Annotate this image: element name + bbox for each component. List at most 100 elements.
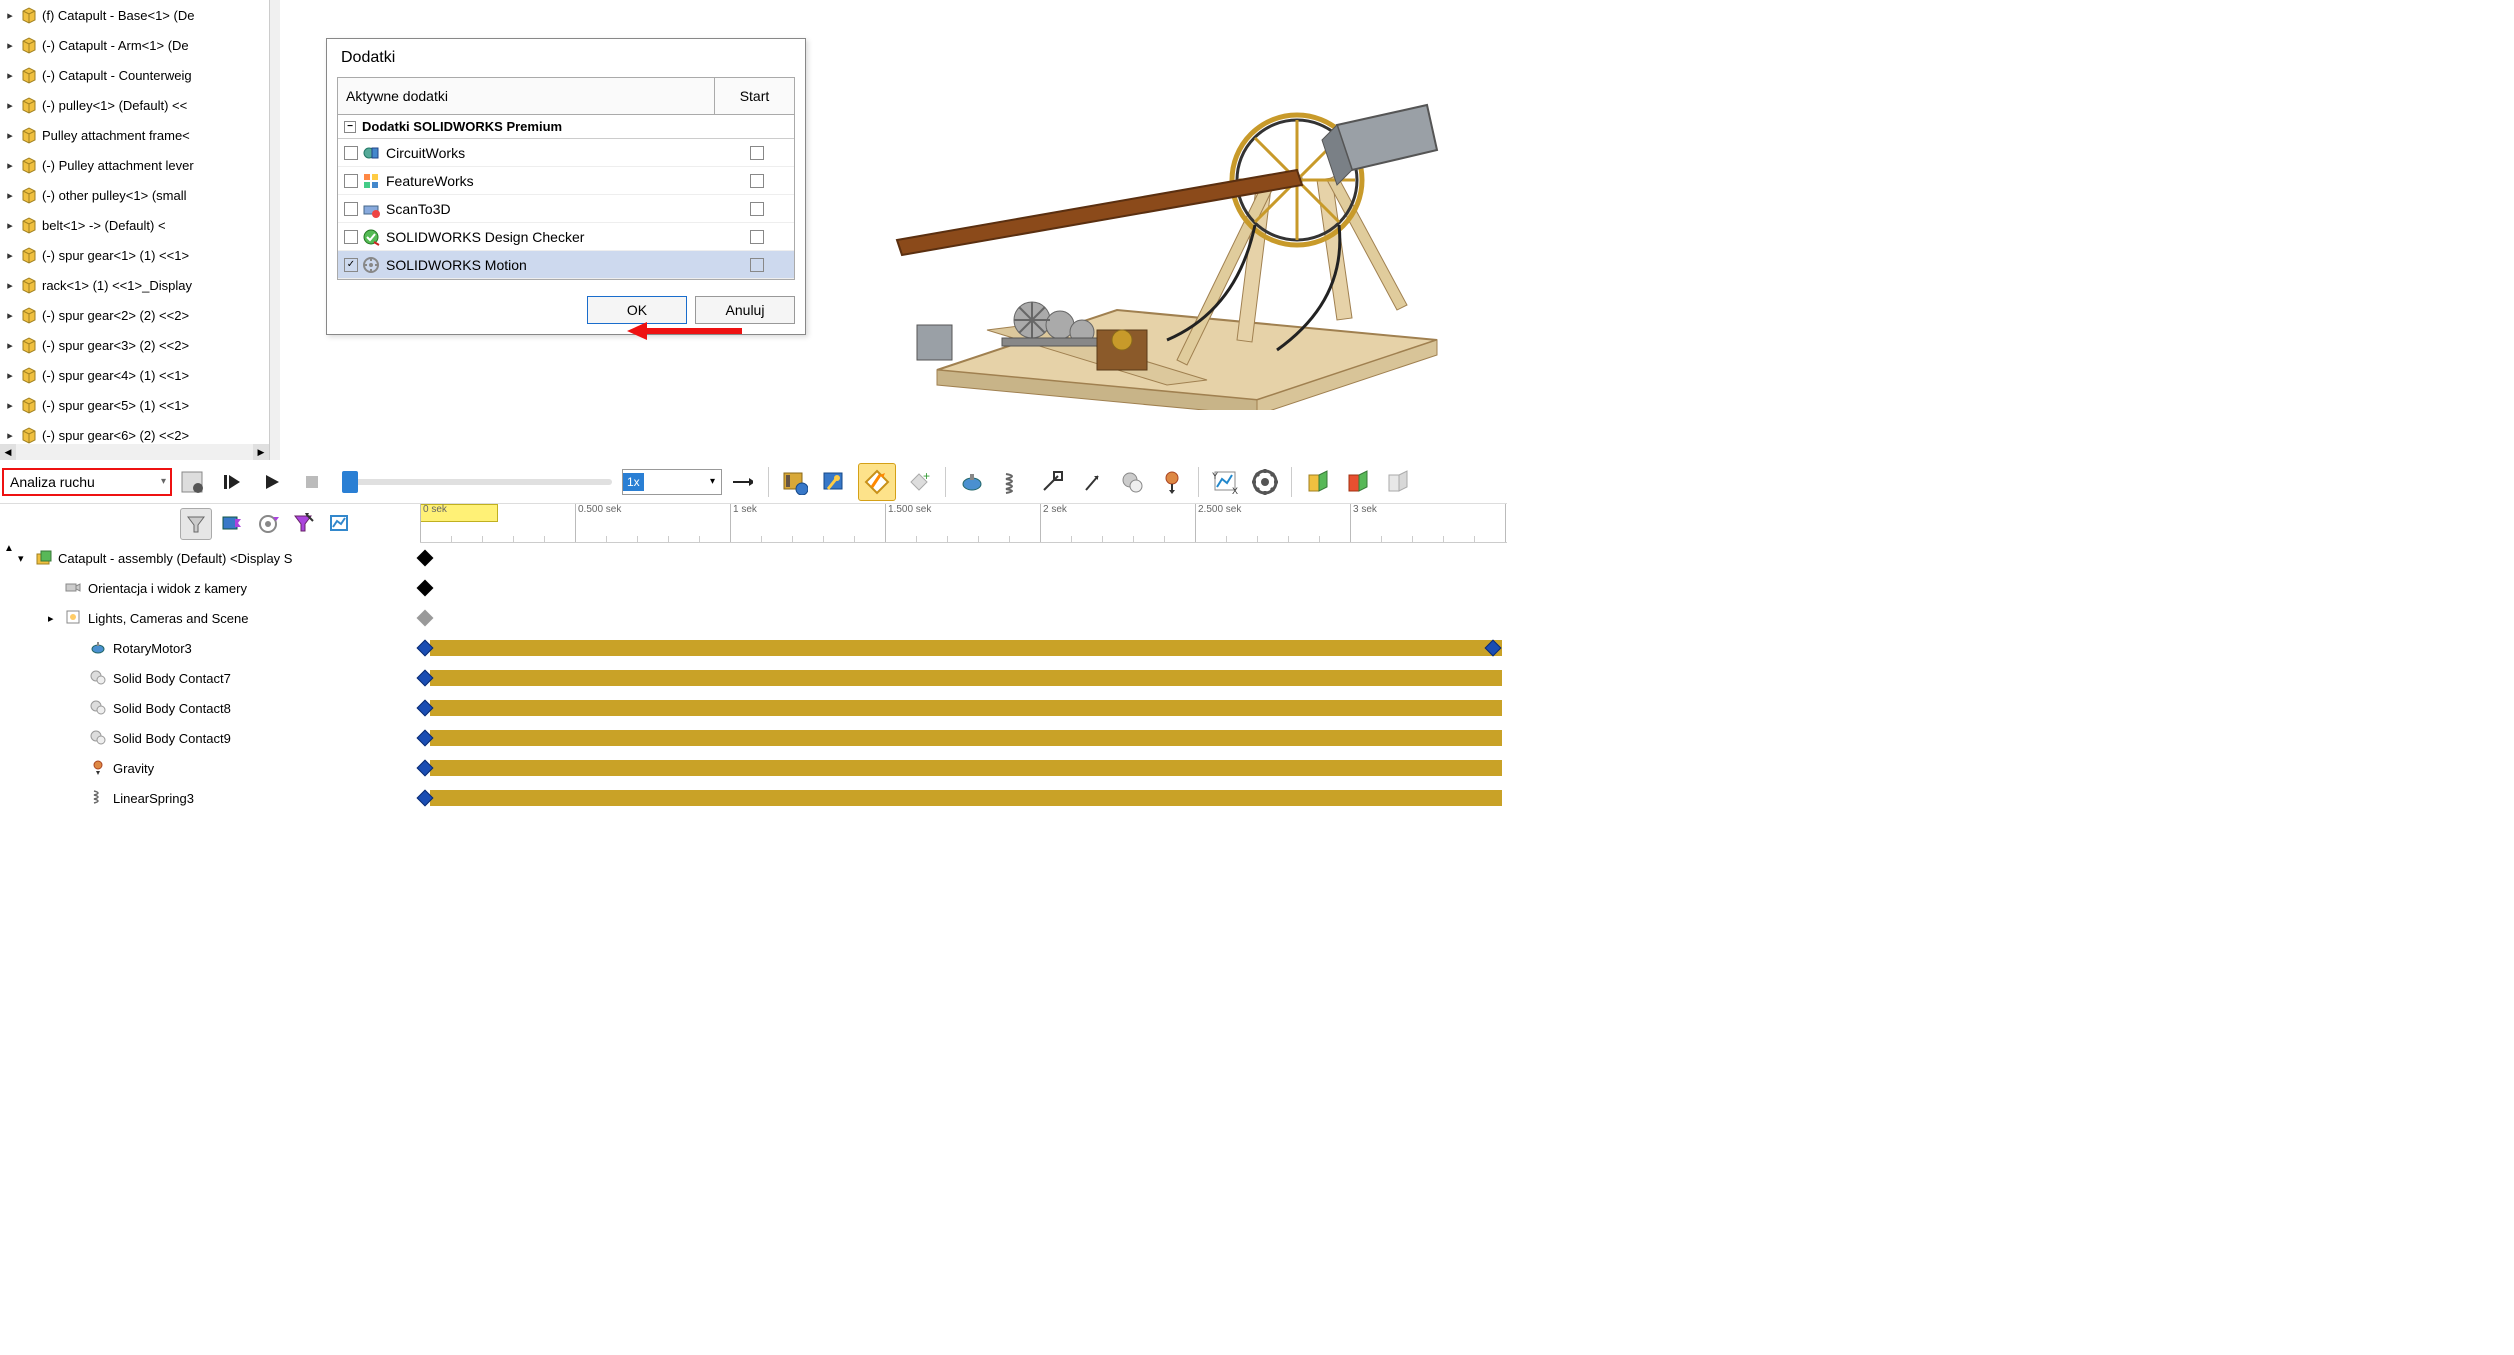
startup-checkbox[interactable] bbox=[750, 146, 764, 160]
timeline-bar[interactable] bbox=[430, 760, 1502, 776]
timeline-item[interactable]: Solid Body Contact8 bbox=[18, 693, 420, 723]
motor-button[interactable] bbox=[955, 465, 989, 499]
startup-checkbox[interactable] bbox=[750, 174, 764, 188]
active-checkbox[interactable] bbox=[344, 146, 358, 160]
timeline-bar[interactable] bbox=[430, 730, 1502, 746]
playback-mode-button[interactable] bbox=[725, 465, 759, 499]
active-checkbox[interactable]: ✓ bbox=[344, 258, 358, 272]
timeline-track[interactable] bbox=[420, 603, 1507, 633]
filter-results-button[interactable] bbox=[324, 508, 356, 540]
expand-icon[interactable]: ▸ bbox=[4, 339, 16, 352]
expand-icon[interactable]: ▸ bbox=[4, 129, 16, 142]
collapse-icon[interactable]: ▾ bbox=[18, 552, 30, 565]
filter-driving-button[interactable] bbox=[252, 508, 284, 540]
playback-speed-dropdown[interactable]: 1x ▾ bbox=[622, 469, 722, 495]
timeline-item[interactable]: Solid Body Contact7 bbox=[18, 663, 420, 693]
simulation-setup-button[interactable] bbox=[1301, 465, 1335, 499]
tree-item[interactable]: ▸ (-) pulley<1> (Default) << bbox=[0, 90, 269, 120]
keyframe-diamond-icon[interactable] bbox=[417, 550, 434, 567]
startup-checkbox[interactable] bbox=[750, 230, 764, 244]
tree-item[interactable]: ▸ (-) spur gear<4> (1) <<1> bbox=[0, 360, 269, 390]
scroll-right-icon[interactable]: ▶ bbox=[253, 444, 269, 460]
keyframe-diamond-icon[interactable] bbox=[417, 580, 434, 597]
keyframe-diamond-icon[interactable] bbox=[417, 610, 434, 627]
filter-selected-button[interactable] bbox=[288, 508, 320, 540]
active-checkbox[interactable] bbox=[344, 230, 358, 244]
study-type-dropdown[interactable]: Analiza ruchu ▾ bbox=[2, 468, 172, 496]
expand-icon[interactable]: ▸ bbox=[4, 249, 16, 262]
expand-icon[interactable]: ▸ bbox=[4, 279, 16, 292]
time-slider[interactable] bbox=[342, 479, 612, 485]
timeline-bar[interactable] bbox=[430, 790, 1502, 806]
timeline-track[interactable] bbox=[420, 663, 1507, 693]
collapse-up-icon[interactable]: ▲ bbox=[4, 543, 14, 554]
flow-simulation-button[interactable] bbox=[1381, 465, 1415, 499]
animation-wizard-button[interactable] bbox=[818, 465, 852, 499]
gravity-button[interactable] bbox=[1155, 465, 1189, 499]
timeline-track[interactable] bbox=[420, 543, 1507, 573]
tree-item[interactable]: ▸ belt<1> -> (Default) < bbox=[0, 210, 269, 240]
expand-icon[interactable]: ▸ bbox=[4, 189, 16, 202]
damper-button[interactable] bbox=[1035, 465, 1069, 499]
timeline-track[interactable] bbox=[420, 633, 1507, 663]
timeline-item[interactable]: Gravity bbox=[18, 753, 420, 783]
expand-icon[interactable]: ▸ bbox=[4, 219, 16, 232]
stop-button[interactable] bbox=[295, 465, 329, 499]
tree-horizontal-scrollbar[interactable]: ◀ ▶ bbox=[0, 444, 269, 460]
column-start[interactable]: Start bbox=[714, 78, 794, 114]
scroll-left-icon[interactable]: ◀ bbox=[0, 444, 16, 460]
tree-item[interactable]: ▸ (-) Catapult - Arm<1> (De bbox=[0, 30, 269, 60]
expand-icon[interactable]: ▸ bbox=[4, 159, 16, 172]
save-animation-button[interactable] bbox=[778, 465, 812, 499]
addin-row[interactable]: ✓ SOLIDWORKS Motion bbox=[338, 251, 794, 279]
timeline-track[interactable] bbox=[420, 573, 1507, 603]
collapse-icon[interactable]: − bbox=[344, 121, 356, 133]
tree-item[interactable]: ▸ Pulley attachment frame< bbox=[0, 120, 269, 150]
tree-item[interactable]: ▸ (-) spur gear<2> (2) <<2> bbox=[0, 300, 269, 330]
timeline-bar[interactable] bbox=[430, 640, 1502, 656]
timeline-chart[interactable]: 0 sek0.500 sek1 sek1.500 sek2 sek2.500 s… bbox=[420, 504, 1507, 813]
expand-icon[interactable]: ▸ bbox=[4, 99, 16, 112]
filter-button[interactable] bbox=[180, 508, 212, 540]
autokey-button[interactable] bbox=[858, 463, 896, 501]
spring-button[interactable] bbox=[995, 465, 1029, 499]
active-checkbox[interactable] bbox=[344, 202, 358, 216]
expand-icon[interactable]: ▸ bbox=[4, 399, 16, 412]
play-from-start-button[interactable] bbox=[215, 465, 249, 499]
tree-item[interactable]: ▸ (-) other pulley<1> (small bbox=[0, 180, 269, 210]
timeline-bar[interactable] bbox=[430, 670, 1502, 686]
tree-item[interactable]: ▸ (f) Catapult - Base<1> (De bbox=[0, 0, 269, 30]
startup-checkbox[interactable] bbox=[750, 258, 764, 272]
timeline-ruler[interactable]: 0 sek0.500 sek1 sek1.500 sek2 sek2.500 s… bbox=[420, 504, 1507, 543]
tree-item[interactable]: ▸ (-) Pulley attachment lever bbox=[0, 150, 269, 180]
timeline-track[interactable] bbox=[420, 693, 1507, 723]
add-key-button[interactable]: + bbox=[902, 465, 936, 499]
tree-item[interactable]: ▸ (-) spur gear<5> (1) <<1> bbox=[0, 390, 269, 420]
timeline-root-item[interactable]: ▾ Catapult - assembly (Default) <Display… bbox=[18, 543, 420, 573]
timeline-item[interactable]: RotaryMotor3 bbox=[18, 633, 420, 663]
expand-icon[interactable]: ▸ bbox=[4, 309, 16, 322]
play-button[interactable] bbox=[255, 465, 289, 499]
force-button[interactable] bbox=[1075, 465, 1109, 499]
timeline-item[interactable]: Solid Body Contact9 bbox=[18, 723, 420, 753]
addin-row[interactable]: FeatureWorks bbox=[338, 167, 794, 195]
motion-study-properties-button[interactable] bbox=[1248, 465, 1282, 499]
expand-icon[interactable]: ▸ bbox=[48, 612, 60, 625]
active-checkbox[interactable] bbox=[344, 174, 358, 188]
contact-button[interactable] bbox=[1115, 465, 1149, 499]
startup-checkbox[interactable] bbox=[750, 202, 764, 216]
panel-splitter[interactable] bbox=[270, 0, 280, 460]
addin-row[interactable]: CircuitWorks bbox=[338, 139, 794, 167]
simulation-results-button[interactable] bbox=[1341, 465, 1375, 499]
calculate-button[interactable] bbox=[175, 465, 209, 499]
filter-animated-button[interactable] bbox=[216, 508, 248, 540]
column-active-addins[interactable]: Aktywne dodatki bbox=[338, 78, 714, 114]
expand-icon[interactable]: ▸ bbox=[4, 39, 16, 52]
timeline-bar[interactable] bbox=[430, 700, 1502, 716]
timeline-item[interactable]: Orientacja i widok z kamery bbox=[18, 573, 420, 603]
tree-item[interactable]: ▸ (-) spur gear<3> (2) <<2> bbox=[0, 330, 269, 360]
tree-item[interactable]: ▸ (-) spur gear<1> (1) <<1> bbox=[0, 240, 269, 270]
tree-item[interactable]: ▸ rack<1> (1) <<1>_Display bbox=[0, 270, 269, 300]
expand-icon[interactable]: ▸ bbox=[4, 69, 16, 82]
tree-item[interactable]: ▸ (-) Catapult - Counterweig bbox=[0, 60, 269, 90]
